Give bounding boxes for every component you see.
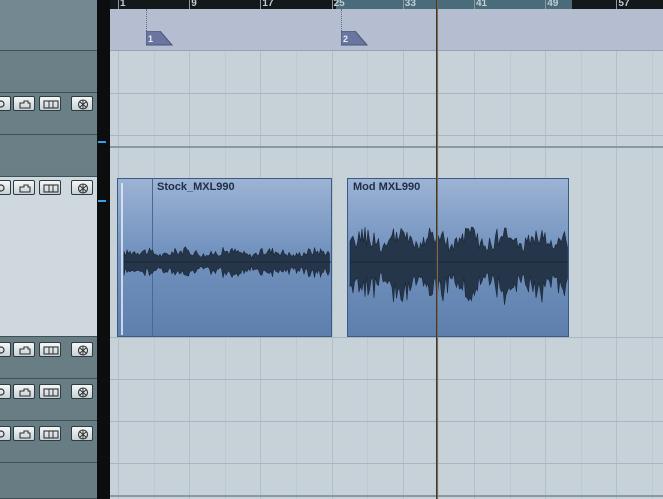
- audio-event-stock-mxl990[interactable]: Stock_MXL990: [117, 178, 332, 337]
- track-divider: [110, 93, 663, 94]
- track-header-8[interactable]: [0, 463, 97, 499]
- marker-2[interactable]: 2: [340, 30, 369, 51]
- ruler-tick: [474, 0, 475, 9]
- lock-icon[interactable]: [0, 342, 11, 357]
- playback-cursor-highlight: [437, 0, 438, 499]
- lock-icon[interactable]: [0, 96, 11, 111]
- lane-icon[interactable]: [39, 342, 61, 357]
- track-divider: [110, 463, 663, 464]
- track-header-3[interactable]: [0, 135, 97, 177]
- audio-event-mod-mxl990[interactable]: Mod MXL990: [347, 178, 569, 337]
- grid-line: [652, 51, 653, 499]
- ruler-bar-label: 1: [120, 0, 126, 9]
- track-control-strip: [0, 0, 97, 499]
- event-name: Stock_MXL990: [157, 181, 235, 193]
- lane-icon[interactable]: [39, 96, 61, 111]
- track-divider: [110, 135, 663, 136]
- folder-lock-icon[interactable]: [13, 342, 35, 357]
- track-divider: [110, 146, 663, 148]
- bar-ruler[interactable]: 1 9 17 25 33 41 49 57: [110, 0, 663, 9]
- lane-icon[interactable]: [39, 384, 61, 399]
- event-display[interactable]: Stock_MXL990 Mod MXL990: [110, 51, 663, 499]
- track-header-audio-selected[interactable]: [0, 177, 97, 337]
- arrange-window: 1 9 17 25 33 41 49 57 1 2 Stock_MXL990 M…: [0, 0, 663, 499]
- lock-icon[interactable]: [0, 384, 11, 399]
- folder-lock-icon[interactable]: [13, 384, 35, 399]
- ruler-tick: [616, 0, 618, 9]
- lock-icon[interactable]: [0, 180, 11, 195]
- track-divider: [110, 495, 663, 497]
- event-name: Mod MXL990: [353, 181, 421, 193]
- ruler-bar-label: 49: [547, 0, 559, 9]
- ruler-bar-label: 41: [476, 0, 488, 9]
- freeze-icon[interactable]: [71, 384, 93, 399]
- waveform: [349, 226, 568, 305]
- track-header-1[interactable]: [0, 51, 97, 93]
- ruler-tick: [118, 0, 119, 9]
- ruler-tick: [260, 0, 262, 9]
- freeze-icon[interactable]: [71, 342, 93, 357]
- freeze-icon[interactable]: [71, 426, 93, 441]
- folder-lock-icon[interactable]: [13, 96, 35, 111]
- grid-line: [580, 51, 582, 499]
- waveform: [123, 246, 331, 279]
- track-header-marker[interactable]: [0, 0, 97, 51]
- marker-track[interactable]: 1 2: [110, 9, 663, 51]
- ruler-bar-label: 33: [404, 0, 416, 9]
- lane-icon[interactable]: [39, 180, 61, 195]
- folder-lock-icon[interactable]: [13, 180, 35, 195]
- ruler-tick: [189, 0, 191, 9]
- marker-number: 1: [148, 34, 154, 44]
- freeze-icon[interactable]: [71, 96, 93, 111]
- freeze-icon[interactable]: [71, 180, 93, 195]
- ruler-bar-label: 25: [333, 0, 345, 9]
- track-divider: [110, 379, 663, 380]
- folder-lock-icon[interactable]: [13, 426, 35, 441]
- selection-marker: [98, 200, 106, 202]
- ruler-tick: [402, 0, 404, 9]
- lock-icon[interactable]: [0, 426, 11, 441]
- selection-marker: [98, 141, 106, 143]
- marker-1[interactable]: 1: [145, 30, 174, 51]
- loop-range[interactable]: [336, 0, 572, 9]
- ruler-bar-label: 9: [191, 0, 197, 9]
- ruler-bar-label: 17: [262, 0, 274, 9]
- ruler-bar-label: 57: [618, 0, 630, 9]
- marker-number: 2: [343, 34, 349, 44]
- lane-icon[interactable]: [39, 426, 61, 441]
- track-list-divider[interactable]: [97, 0, 110, 499]
- ruler-tick: [545, 0, 547, 9]
- ruler-tick: [331, 0, 333, 9]
- track-divider: [110, 421, 663, 422]
- grid-line: [616, 51, 618, 499]
- waveform-shape: [349, 226, 568, 305]
